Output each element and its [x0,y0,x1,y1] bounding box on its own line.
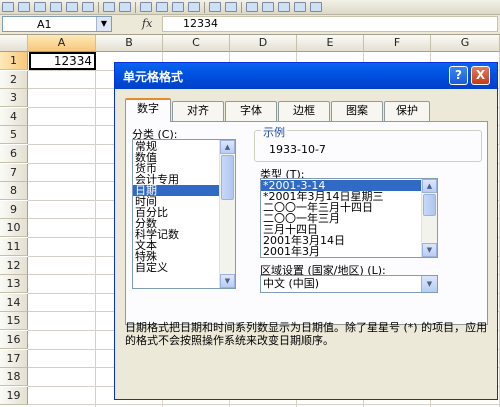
column-header[interactable]: G [431,35,500,52]
dialog-titlebar[interactable]: 单元格格式 ? X [115,63,497,89]
cut-icon[interactable] [140,2,152,12]
sample-label: 示例 [261,124,287,140]
sample-group: 示例 1933-10-7 [254,124,482,162]
row-header[interactable]: 8 [0,182,28,201]
locale-value: 中文 (中国) [263,277,320,290]
row-header[interactable]: 19 [0,386,28,405]
paste-icon[interactable] [172,2,184,12]
format-painter-icon[interactable] [188,2,200,12]
category-list[interactable]: 常规 数值 货币 会计专用 日期 时间 百分比 分数 科学记数 文本 特殊 自定义 ▲ ▼ [132,139,236,289]
name-box[interactable]: A1 ▼ [2,16,112,32]
row-header[interactable]: 6 [0,145,28,163]
scroll-down-icon[interactable]: ▼ [422,243,437,257]
dialog-title: 单元格格式 [123,70,184,84]
row-header[interactable]: 9 [0,200,28,219]
scroll-thumb[interactable] [423,194,436,216]
spelling-icon[interactable] [103,2,115,12]
row-header[interactable]: 1 [0,52,28,70]
chevron-down-icon[interactable]: ▼ [421,276,437,292]
grid-line [95,52,96,407]
column-header[interactable]: C [163,35,230,52]
sample-value: 1933-10-7 [269,143,326,156]
column-header[interactable]: F [364,35,431,52]
row-header[interactable]: 18 [0,368,28,387]
tab-alignment[interactable]: 对齐 [172,101,224,121]
open-folder-icon[interactable] [18,2,30,12]
copy-icon[interactable] [156,2,168,12]
formula-input[interactable]: 12334 [162,16,498,32]
scroll-up-icon[interactable]: ▲ [422,179,437,193]
row-header[interactable]: 4 [0,107,28,126]
tab-font[interactable]: 字体 [225,101,277,121]
tab-protection[interactable]: 保护 [384,101,430,121]
select-all-corner[interactable] [0,35,28,52]
tab-patterns[interactable]: 图案 [331,101,383,121]
row-header[interactable]: 17 [0,349,28,368]
redo-icon[interactable] [225,2,237,12]
row-header[interactable]: 10 [0,219,28,238]
column-header[interactable]: A [28,35,96,52]
name-box-value: A1 [37,18,52,31]
row-header[interactable]: 16 [0,331,28,349]
column-header[interactable]: D [230,35,297,52]
category-scrollbar[interactable]: ▲ ▼ [219,140,235,288]
scroll-down-icon[interactable]: ▼ [220,274,235,288]
print-preview-icon[interactable] [82,2,94,12]
sort-descending-icon[interactable] [294,2,306,12]
type-item[interactable]: 2001年3月 [261,246,437,257]
scroll-up-icon[interactable]: ▲ [220,140,235,154]
type-scrollbar[interactable]: ▲ ▼ [421,179,437,257]
chevron-down-icon[interactable]: ▼ [96,17,111,31]
scroll-thumb[interactable] [221,155,234,200]
grid-line [28,404,500,406]
row-header[interactable]: 3 [0,89,28,108]
permission-icon[interactable] [50,2,62,12]
row-header[interactable]: 5 [0,126,28,145]
format-cells-dialog: 单元格格式 ? X 数字 对齐 字体 边框 图案 保护 分类 (C): 常规 数值… [114,62,498,400]
row-header[interactable]: 15 [0,312,28,331]
toolbar [0,0,500,15]
row-header[interactable]: 12 [0,256,28,275]
insert-function-icon[interactable]: fx [142,17,152,30]
chart-icon[interactable] [310,2,322,12]
sort-ascending-icon[interactable] [278,2,290,12]
row-header[interactable]: 7 [0,163,28,182]
undo-icon[interactable] [209,2,221,12]
column-header[interactable]: E [297,35,364,52]
tab-border[interactable]: 边框 [278,101,330,121]
locale-select[interactable]: 中文 (中国) ▼ [260,275,438,293]
help-button[interactable]: ? [449,66,468,85]
format-description: 日期格式把日期和时间系列数显示为日期值。除了星星号 (*) 的项目，应用的格式不… [125,321,488,347]
row-header[interactable]: 13 [0,275,28,294]
print-icon[interactable] [66,2,78,12]
autosum-icon[interactable] [262,2,274,12]
column-header[interactable]: B [96,35,163,52]
row-header[interactable]: 14 [0,293,28,312]
tab-panel: 分类 (C): 常规 数值 货币 会计专用 日期 时间 百分比 分数 科学记数 文本 特殊 自定义 ▲… [125,121,488,325]
type-list[interactable]: *2001-3-14 *2001年3月14日星期三 二〇〇一年三月十四日 二〇〇一年三… [260,178,438,258]
cell-a1[interactable]: 12334 [29,52,96,70]
hyperlink-icon[interactable] [246,2,258,12]
close-button[interactable]: X [471,66,490,85]
tab-number[interactable]: 数字 [125,98,171,122]
row-header[interactable]: 11 [0,238,28,256]
research-icon[interactable] [119,2,131,12]
row-header[interactable]: 2 [0,70,28,89]
save-icon[interactable] [34,2,46,12]
formula-bar: A1 ▼ fx 12334 [0,15,500,35]
new-file-icon[interactable] [2,2,14,12]
